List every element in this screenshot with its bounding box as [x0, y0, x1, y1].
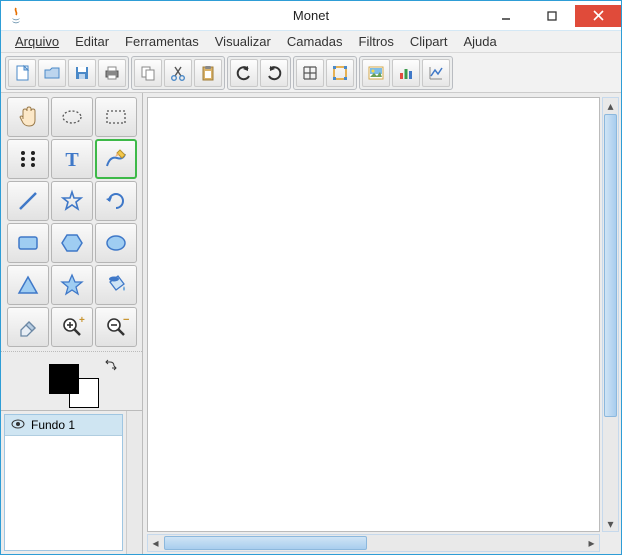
scroll-down-icon[interactable]: ▾: [603, 516, 618, 531]
java-icon: [9, 7, 23, 25]
draw-tool[interactable]: [95, 139, 137, 179]
swap-colors-icon[interactable]: [104, 358, 118, 372]
foreground-color[interactable]: [49, 364, 79, 394]
layers-panel-wrap: Fundo 1: [1, 411, 142, 554]
toolbar-group-edit: [131, 56, 225, 90]
layers-scrollbar[interactable]: [126, 411, 142, 554]
hscroll-thumb[interactable]: [164, 536, 367, 550]
menu-arquivo[interactable]: Arquivo: [7, 32, 67, 51]
canvas-area: ▴ ▾ ◂ ▸: [143, 93, 621, 554]
cut-button[interactable]: [164, 59, 192, 87]
text-tool[interactable]: T: [51, 139, 93, 179]
titlebar: Monet: [1, 1, 621, 31]
line-tool[interactable]: [7, 181, 49, 221]
menubar: Arquivo Editar Ferramentas Visualizar Ca…: [1, 31, 621, 53]
redo-button[interactable]: [260, 59, 288, 87]
workarea: T + −: [1, 93, 621, 554]
canvas[interactable]: [147, 97, 600, 532]
ellipse-tool[interactable]: [95, 223, 137, 263]
color-picker: [1, 351, 142, 411]
vertical-scrollbar[interactable]: ▴ ▾: [602, 97, 619, 532]
menu-camadas[interactable]: Camadas: [279, 32, 351, 51]
toolbar-group-file: [5, 56, 129, 90]
layer-name: Fundo 1: [31, 418, 75, 432]
horizontal-scrollbar[interactable]: ◂ ▸: [147, 534, 600, 552]
zoom-out-tool[interactable]: −: [95, 307, 137, 347]
hexagon-tool[interactable]: [51, 223, 93, 263]
rotate-tool[interactable]: [95, 181, 137, 221]
scroll-corner: [602, 534, 619, 552]
toolbox: T + −: [1, 93, 142, 351]
window-title: Monet: [293, 8, 329, 23]
copy-button[interactable]: [134, 59, 162, 87]
rect-tool[interactable]: [7, 223, 49, 263]
menu-ferramentas[interactable]: Ferramentas: [117, 32, 207, 51]
toolbar-group-insert: [359, 56, 453, 90]
close-button[interactable]: [575, 5, 621, 27]
marquee-ellipse-tool[interactable]: [51, 97, 93, 137]
toolbar-group-view: [293, 56, 357, 90]
dots-tool[interactable]: [7, 139, 49, 179]
app-window: Monet Arquivo Editar Ferramentas Visuali…: [0, 0, 622, 555]
image-button[interactable]: [362, 59, 390, 87]
menu-editar[interactable]: Editar: [67, 32, 117, 51]
paste-button[interactable]: [194, 59, 222, 87]
chart-button[interactable]: [392, 59, 420, 87]
menu-filtros[interactable]: Filtros: [351, 32, 402, 51]
bucket-tool[interactable]: [95, 265, 137, 305]
main-toolbar: [1, 53, 621, 93]
grid-button[interactable]: [296, 59, 324, 87]
svg-text:+: +: [79, 315, 85, 326]
menu-ajuda[interactable]: Ajuda: [455, 32, 504, 51]
scroll-up-icon[interactable]: ▴: [603, 98, 618, 113]
open-button[interactable]: [38, 59, 66, 87]
hand-tool[interactable]: [7, 97, 49, 137]
new-button[interactable]: [8, 59, 36, 87]
scroll-left-icon[interactable]: ◂: [148, 535, 163, 551]
menu-clipart[interactable]: Clipart: [402, 32, 456, 51]
save-button[interactable]: [68, 59, 96, 87]
marquee-rect-tool[interactable]: [95, 97, 137, 137]
star-outline-tool[interactable]: [51, 181, 93, 221]
svg-text:−: −: [123, 314, 129, 326]
layers-panel: Fundo 1: [4, 414, 123, 551]
star-tool[interactable]: [51, 265, 93, 305]
bounds-button[interactable]: [326, 59, 354, 87]
svg-text:T: T: [65, 149, 79, 171]
canvas-wrap: ▴ ▾: [143, 93, 621, 532]
vscroll-thumb[interactable]: [604, 114, 617, 417]
hscroll-row: ◂ ▸: [147, 534, 619, 552]
print-button[interactable]: [98, 59, 126, 87]
minimize-button[interactable]: [483, 5, 529, 27]
eye-icon[interactable]: [11, 418, 25, 432]
left-panel: T + −: [1, 93, 143, 554]
window-controls: [483, 5, 621, 27]
linechart-button[interactable]: [422, 59, 450, 87]
undo-button[interactable]: [230, 59, 258, 87]
menu-visualizar[interactable]: Visualizar: [207, 32, 279, 51]
toolbar-group-history: [227, 56, 291, 90]
layer-row[interactable]: Fundo 1: [5, 415, 122, 436]
triangle-tool[interactable]: [7, 265, 49, 305]
maximize-button[interactable]: [529, 5, 575, 27]
zoom-in-tool[interactable]: +: [51, 307, 93, 347]
eraser-tool[interactable]: [7, 307, 49, 347]
scroll-right-icon[interactable]: ▸: [584, 535, 599, 551]
